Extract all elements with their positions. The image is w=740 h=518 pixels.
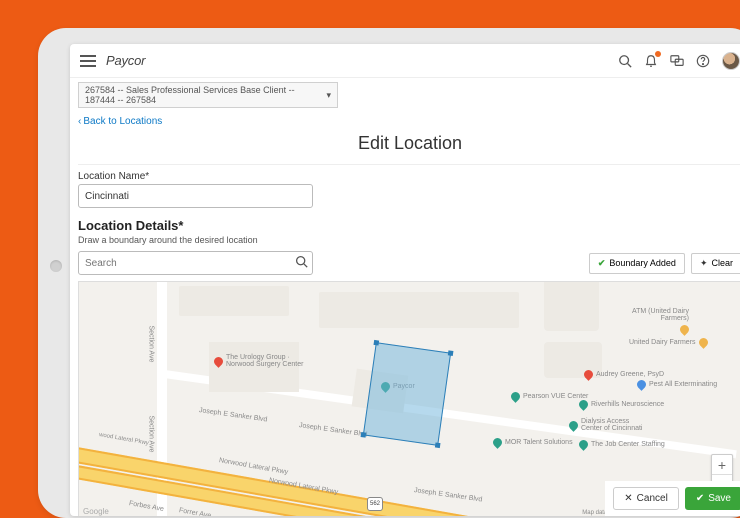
map-logo: Google (83, 507, 109, 516)
action-bar: ✕ Cancel ✔ Save (605, 481, 740, 516)
content: 267584 -- Sales Professional Services Ba… (70, 78, 740, 516)
street-label: Joseph E Sanker Blvd (414, 487, 483, 504)
check-icon: ✔ (696, 493, 704, 504)
poi: MOR Talent Solutions (493, 438, 573, 447)
location-name-label: Location Name (78, 171, 740, 182)
pin-icon (577, 398, 590, 411)
check-icon: ✔ (598, 258, 606, 269)
search-row: ✔ Boundary Added ✦ Clear (78, 251, 740, 275)
map-search-box (78, 251, 313, 275)
notification-badge (655, 51, 661, 57)
divider (78, 164, 740, 165)
street-label: Forrer Ave (178, 507, 211, 516)
search-icon[interactable] (618, 54, 632, 68)
search-icon[interactable] (290, 255, 312, 271)
poi: Dialysis Access Center of Cincinnati (569, 418, 651, 432)
location-details-hint: Draw a boundary around the desired locat… (78, 235, 740, 245)
boundary-handle[interactable] (448, 350, 454, 356)
building-block (179, 286, 289, 316)
street-label: Section Ave (148, 416, 155, 453)
back-link[interactable]: ‹ Back to Locations (78, 112, 740, 129)
page-title: Edit Location (78, 133, 740, 154)
client-select[interactable]: 267584 -- Sales Professional Services Ba… (78, 82, 338, 108)
save-button[interactable]: ✔ Save (685, 487, 740, 510)
poi: Pearson VUE Center (511, 392, 588, 401)
poi: Audrey Greene, PsyD (584, 370, 664, 379)
boundary-polygon[interactable] (363, 342, 451, 446)
pin-icon (509, 390, 522, 403)
tablet-home-button (50, 260, 62, 272)
chevron-down-icon: ▾ (326, 90, 331, 101)
topbar-icons (618, 52, 740, 70)
close-icon: ✕ (624, 493, 632, 504)
zoom-in-button[interactable]: + (712, 455, 732, 475)
poi: Riverhills Neuroscience (579, 400, 664, 409)
bell-icon[interactable] (644, 54, 658, 68)
avatar[interactable] (722, 52, 740, 70)
highway-shield: 562 (367, 497, 383, 511)
pin-icon (678, 323, 691, 336)
back-link-label: Back to Locations (83, 116, 162, 127)
chat-icon[interactable] (670, 54, 684, 68)
pin-icon (635, 378, 648, 391)
poi: The Urology Group · Norwood Surgery Cent… (214, 354, 306, 368)
location-details-title: Location Details* (78, 218, 740, 233)
topbar: Paycor (70, 44, 740, 78)
chevron-left-icon: ‹ (78, 116, 81, 127)
building-block (319, 292, 519, 328)
poi: ATM (United Dairy Farmers) (619, 308, 689, 334)
menu-icon[interactable] (80, 55, 96, 67)
street-label: wood Lateral Pkwy (98, 432, 149, 447)
poi: The Job Center Staffing (579, 440, 665, 449)
save-label: Save (708, 493, 731, 504)
cancel-label: Cancel (637, 493, 668, 504)
status-buttons: ✔ Boundary Added ✦ Clear (589, 253, 740, 274)
clear-icon: ✦ (700, 258, 708, 269)
poi: Pest All Exterminating (637, 380, 717, 389)
boundary-handle[interactable] (374, 340, 380, 346)
pin-icon (212, 355, 225, 368)
brand-logo: Paycor (106, 53, 145, 68)
street-label: Section Ave (148, 326, 155, 363)
selector-bar: 267584 -- Sales Professional Services Ba… (78, 78, 740, 112)
pin-icon (567, 419, 580, 432)
pin-icon (491, 436, 504, 449)
client-select-value: 267584 -- Sales Professional Services Ba… (85, 85, 326, 105)
help-icon[interactable] (696, 54, 710, 68)
location-name-input[interactable] (78, 184, 313, 208)
building-block (544, 281, 599, 331)
map-search-input[interactable] (79, 258, 290, 269)
boundary-status-label: Boundary Added (609, 258, 676, 268)
boundary-status: ✔ Boundary Added (589, 253, 685, 274)
pin-icon (577, 438, 590, 451)
boundary-handle[interactable] (361, 432, 367, 438)
boundary-handle[interactable] (435, 442, 441, 448)
pin-icon (697, 336, 710, 349)
street-label: Joseph E Sanker Blvd (299, 422, 368, 439)
poi: United Dairy Farmers (629, 338, 708, 347)
clear-label: Clear (711, 258, 733, 268)
clear-button[interactable]: ✦ Clear (691, 253, 740, 274)
street-label: Joseph E Sanker Blvd (199, 407, 268, 424)
app-screen: Paycor 267584 -- Sales Professional Serv… (70, 44, 740, 516)
cancel-button[interactable]: ✕ Cancel (613, 487, 679, 510)
pin-icon (582, 368, 595, 381)
